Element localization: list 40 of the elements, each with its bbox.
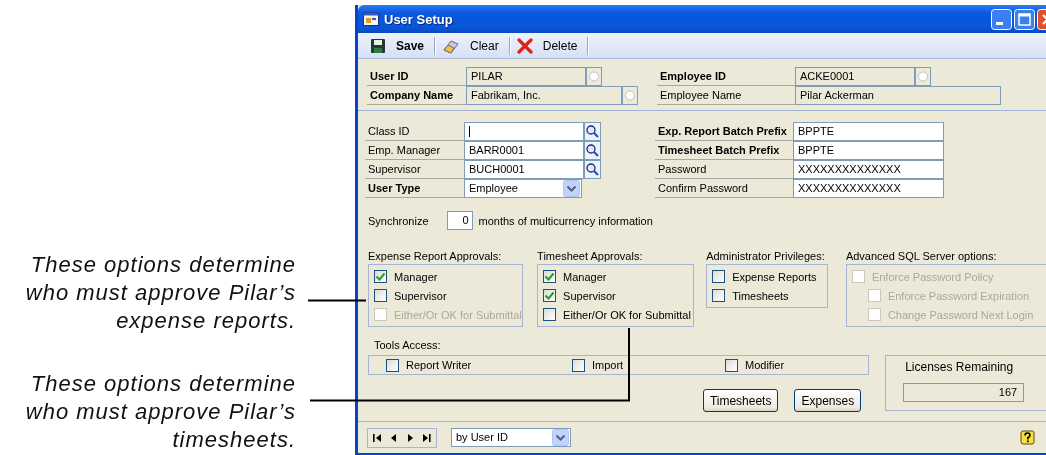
dropdown-field[interactable]: Employee: [464, 179, 582, 198]
group-title: Expense Report Approvals:: [368, 249, 503, 263]
group-title: Tools Access:: [373, 338, 442, 352]
checkbox-label[interactable]: Supervisor: [563, 289, 616, 302]
input-field[interactable]: BUCH0001: [464, 160, 584, 179]
group-title: Advanced SQL Server options:: [845, 249, 998, 263]
dropdown-field[interactable]: by User ID: [451, 428, 571, 447]
checkbox-label[interactable]: Supervisor: [394, 289, 447, 302]
checkbox-label[interactable]: Expense Reports: [732, 270, 817, 283]
number-field[interactable]: 0: [446, 211, 473, 230]
group-title: Administrator Privileges:: [706, 249, 826, 263]
checkbox-label[interactable]: Manager: [563, 270, 607, 283]
input-field[interactable]: XXXXXXXXXXXXXX: [793, 160, 944, 179]
push-button[interactable]: Expenses: [794, 389, 862, 412]
group-title: Licenses Remaining: [905, 360, 1015, 374]
toolbar-button[interactable]: Clear: [440, 37, 505, 54]
input-field[interactable]: Fabrikam, Inc.: [466, 86, 622, 105]
input-field[interactable]: BARR0001: [464, 141, 584, 160]
count-field: 167: [903, 383, 1025, 402]
input-field[interactable]: PILAR: [466, 67, 586, 86]
checkbox-label[interactable]: Timesheets: [732, 289, 789, 302]
checkbox-label[interactable]: Import: [592, 359, 624, 371]
input-field[interactable]: Pilar Ackerman: [795, 86, 1001, 105]
checkbox-label[interactable]: Either/Or OK for Submittal: [563, 308, 691, 321]
callout-text: These options determine who must approve Pilar’s timesheets.: [24, 370, 296, 454]
checkbox-label[interactable]: Report Writer: [406, 359, 472, 371]
toolbar-button[interactable]: Save: [368, 37, 431, 54]
checkbox-label[interactable]: Modifier: [745, 359, 785, 371]
field-label: Synchronize: [368, 214, 429, 227]
field-label: months of multicurrency information: [478, 214, 653, 227]
input-field[interactable]: BPPTE: [793, 141, 944, 160]
input-field[interactable]: BPPTE: [793, 122, 944, 141]
checkbox-label[interactable]: Manager: [394, 270, 438, 283]
input-field[interactable]: ACKE0001: [795, 67, 915, 86]
window-title: User Setup: [384, 11, 453, 27]
input-field[interactable]: XXXXXXXXXXXXXX: [793, 179, 944, 198]
callout-text: These options determine who must approve Pilar’s expense reports.: [24, 251, 296, 335]
group-title: Timesheet Approvals:: [537, 249, 644, 263]
toolbar-button[interactable]: Delete: [514, 37, 584, 54]
push-button[interactable]: Timesheets: [702, 389, 779, 412]
